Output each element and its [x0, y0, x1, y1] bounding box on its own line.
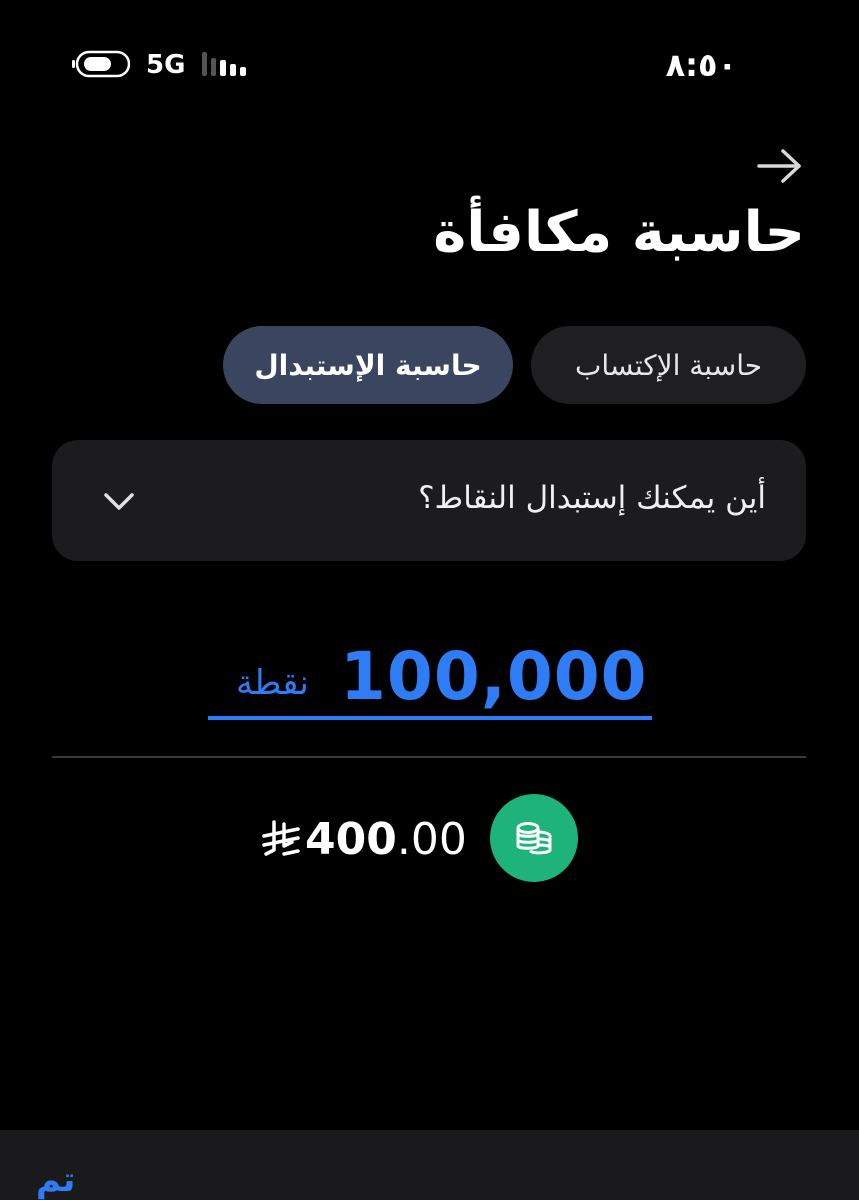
- status-time: ٨:٥٠: [665, 46, 737, 84]
- coins-badge: [490, 794, 578, 882]
- points-input[interactable]: نقطة 100,000: [208, 638, 652, 718]
- redeem-amount: 400.00: [305, 814, 467, 865]
- keyboard-toolbar: تم: [0, 1130, 859, 1200]
- back-arrow-icon[interactable]: [755, 146, 803, 186]
- divider: [52, 756, 806, 758]
- tab-label: حاسبة الإستبدال: [254, 348, 482, 382]
- done-button[interactable]: تم: [36, 1160, 75, 1200]
- status-bar: 5G ٨:٥٠: [0, 0, 859, 130]
- tab-label: حاسبة الإكتساب: [574, 348, 763, 382]
- tab-redeem-calculator[interactable]: حاسبة الإستبدال: [223, 326, 513, 404]
- amount-decimal: .00: [396, 814, 467, 865]
- chevron-down-icon: [104, 493, 134, 510]
- dropdown-label: أين يمكنك إستبدال النقاط؟: [418, 480, 766, 516]
- page-title: حاسبة مكافأة: [433, 200, 805, 265]
- saudi-riyal-icon: [262, 820, 300, 856]
- redeem-locations-dropdown[interactable]: أين يمكنك إستبدال النقاط؟: [52, 440, 806, 561]
- battery-icon: [72, 50, 130, 78]
- network-type: 5G: [146, 50, 186, 80]
- coins-icon: [516, 822, 552, 855]
- tab-earn-calculator[interactable]: حاسبة الإكتساب: [531, 326, 806, 404]
- signal-strength-icon: [202, 52, 246, 76]
- points-unit: نقطة: [236, 663, 309, 703]
- amount-integer: 400: [305, 814, 397, 865]
- points-input-underline: [208, 716, 652, 720]
- points-value: 100,000: [340, 638, 648, 715]
